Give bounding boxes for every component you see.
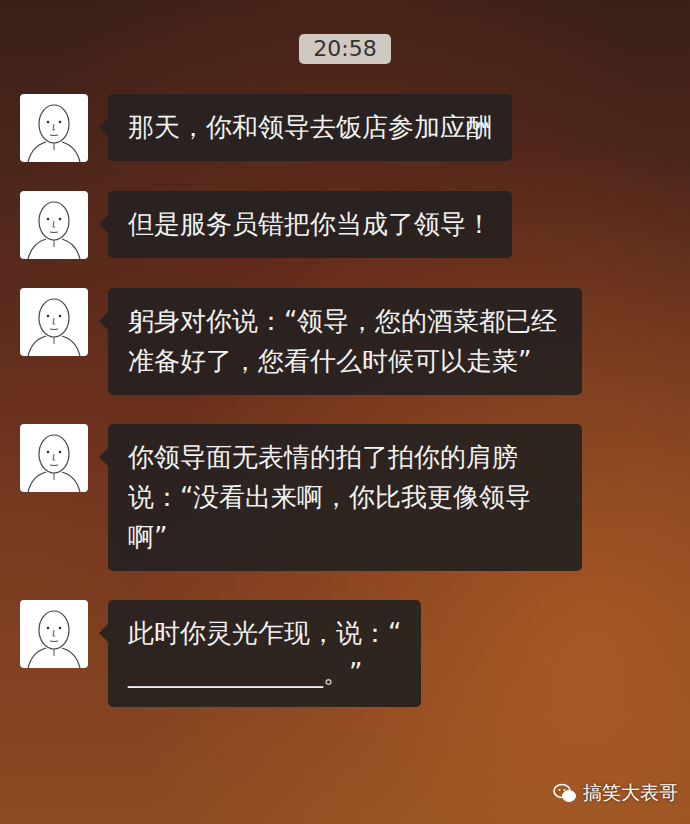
message-bubble: 那天，你和领导去饭店参加应酬 (108, 94, 512, 161)
message-row: 但是服务员错把你当成了领导！ (20, 191, 670, 259)
avatar[interactable] (20, 600, 88, 668)
message-row: 此时你灵光乍现，说：“ _______________。” (20, 600, 670, 707)
watermark: 搞笑大表哥 (553, 780, 678, 806)
avatar-icon (20, 94, 88, 162)
watermark-text: 搞笑大表哥 (583, 780, 678, 806)
message-row: 躬身对你说：“领导，您的酒菜都已经准备好了，您看什么时候可以走菜” (20, 288, 670, 395)
avatar-icon (20, 600, 88, 668)
wechat-icon (553, 782, 577, 804)
avatar-icon (20, 424, 88, 492)
message-row: 那天，你和领导去饭店参加应酬 (20, 94, 670, 162)
avatar[interactable] (20, 191, 88, 259)
message-row: 你领导面无表情的拍了拍你的肩膀说：“没看出来啊，你比我更像领导啊” (20, 424, 670, 571)
avatar-icon (20, 191, 88, 259)
avatar[interactable] (20, 288, 88, 356)
time-badge: 20:58 (299, 34, 390, 64)
message-bubble: 躬身对你说：“领导，您的酒菜都已经准备好了，您看什么时候可以走菜” (108, 288, 582, 395)
avatar[interactable] (20, 424, 88, 492)
avatar[interactable] (20, 94, 88, 162)
message-bubble: 此时你灵光乍现，说：“ _______________。” (108, 600, 421, 707)
avatar-icon (20, 288, 88, 356)
message-bubble: 但是服务员错把你当成了领导！ (108, 191, 512, 258)
message-bubble: 你领导面无表情的拍了拍你的肩膀说：“没看出来啊，你比我更像领导啊” (108, 424, 582, 571)
message-list: 那天，你和领导去饭店参加应酬但是服务员错把你当成了领导！ 躬身对你说：“领导，您的… (0, 94, 690, 707)
time-row: 20:58 (0, 34, 690, 64)
